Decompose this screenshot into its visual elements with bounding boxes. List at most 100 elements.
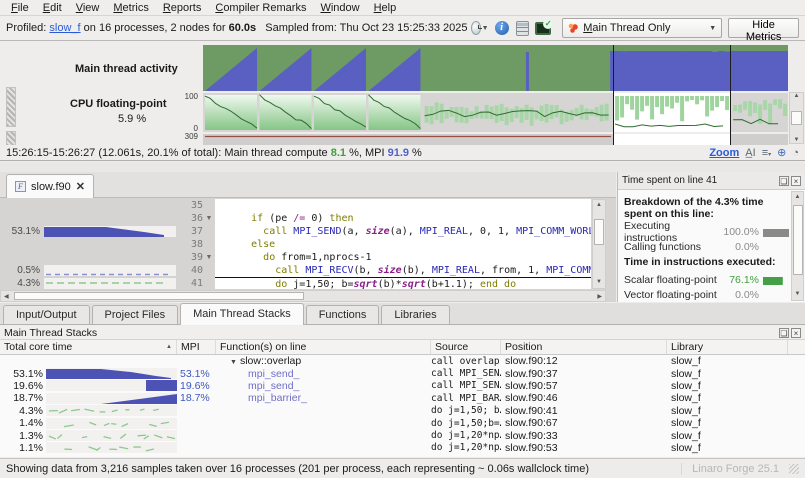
menu-item-window[interactable]: Window	[313, 0, 366, 16]
metrics-scrollbar[interactable]: ▲▼	[789, 92, 804, 144]
code-line[interactable]: 41 do j=1,50; b=sqrt(b)*sqrt(b+1.1); end…	[183, 277, 591, 289]
expander-icon[interactable]: ▼	[230, 359, 237, 366]
close-icon[interactable]: ×	[791, 176, 801, 186]
total-core-time-cell: 4.3%	[0, 405, 46, 417]
line-number: 39	[183, 252, 203, 263]
display-check-icon[interactable]: ✓	[535, 19, 551, 37]
menu-item-reports[interactable]: Reports	[156, 0, 209, 16]
table-row[interactable]: 4.3%do j=1,50; b…slow.f90:41slow_f	[0, 405, 805, 417]
code-line[interactable]: 40 call MPI_RECV(b, size(b), MPI_REAL, f…	[183, 264, 591, 277]
code-line[interactable]: 38 else	[183, 238, 591, 251]
code-horizontal-scrollbar[interactable]: ◀▶	[0, 290, 606, 302]
lines-menu-icon[interactable]: ≡▾	[762, 147, 771, 159]
scroll-down-icon[interactable]: ▼	[795, 289, 801, 300]
total-core-time-cell: 1.4%	[0, 417, 46, 429]
library-cell: slow_f	[667, 417, 787, 429]
main-thread-activity-chart[interactable]	[203, 45, 788, 91]
line-panel-scrollbar[interactable]: ▲▼	[791, 191, 804, 301]
line-number: 40	[183, 265, 203, 276]
column-header-total-core-time[interactable]: Total core time▲	[0, 340, 177, 354]
fold-collapse-icon[interactable]: ▼	[203, 254, 215, 261]
stacks-column-headers: Total core time▲MPI Function(s) on line So…	[0, 340, 805, 355]
position-cell: slow.f90:33	[501, 430, 667, 442]
tab-input-output[interactable]: Input/Output	[3, 305, 90, 324]
menu-item-edit[interactable]: Edit	[36, 0, 69, 16]
position-cell: slow.f90:57	[501, 380, 667, 392]
program-link[interactable]: slow_f	[49, 22, 80, 34]
code-line[interactable]: 35	[183, 199, 591, 212]
table-row[interactable]: 19.6%19.6%mpi_send_call MPI_SEN…slow.f90…	[0, 380, 805, 392]
info-icon[interactable]: i	[495, 19, 509, 37]
status-bar: Showing data from 3,216 samples taken ov…	[0, 458, 805, 478]
source-cell: do j=1,50; b…	[431, 405, 501, 416]
column-header-function-s-on-line[interactable]: Function(s) on line	[216, 340, 431, 354]
selection-start-line[interactable]	[613, 45, 614, 145]
code-text: call MPI_SEND(a, size(a), MPI_REAL, 0, 1…	[215, 225, 591, 238]
scroll-left-icon[interactable]: ◀	[1, 293, 12, 300]
code-vertical-scrollbar[interactable]: ▲▼	[592, 199, 606, 289]
selection-end-line[interactable]	[730, 45, 731, 145]
file-tab-slow-f90[interactable]: F slow.f90 ✕	[6, 174, 94, 198]
gutter-bar	[44, 226, 176, 237]
function-cell[interactable]: ▼slow::overlap	[216, 355, 431, 367]
menu-item-help[interactable]: Help	[367, 0, 404, 16]
select-cursor-icon[interactable]: A̲I	[745, 147, 755, 159]
stat-bar	[763, 228, 789, 236]
column-header-position[interactable]: Position	[501, 340, 667, 354]
function-cell[interactable]: mpi_barrier_	[216, 392, 431, 404]
scroll-down-icon[interactable]: ▼	[794, 137, 800, 143]
thread-selector-dropdown[interactable]: Main Thread Only ▼	[562, 18, 722, 38]
tab-main-thread-stacks[interactable]: Main Thread Stacks	[180, 303, 304, 325]
function-name: mpi_send_	[248, 368, 299, 380]
fold-collapse-icon[interactable]: ▼	[203, 215, 215, 222]
source-cell: do j=1,20*np…	[431, 442, 501, 453]
calculator-icon[interactable]	[515, 19, 529, 37]
float-panel-icon[interactable]: ❏	[779, 176, 789, 186]
table-row[interactable]: 1.4%do j=1,50;b=…slow.f90:67slow_f	[0, 417, 805, 429]
zoom-link[interactable]: Zoom	[709, 147, 739, 159]
column-header-source[interactable]: Source	[431, 340, 501, 354]
fortran-file-icon: F	[15, 181, 26, 192]
code-line[interactable]: 39▼ do from=1,nprocs-1	[183, 251, 591, 264]
line-number: 37	[183, 226, 203, 237]
splitter[interactable]	[0, 162, 805, 172]
tab-functions[interactable]: Functions	[306, 305, 380, 324]
clock-icon[interactable]: ◔	[792, 147, 799, 159]
hide-metrics-button[interactable]: Hide Metrics	[728, 18, 799, 38]
stat-bar	[763, 243, 789, 251]
column-header-label: Function(s) on line	[220, 340, 306, 355]
table-row[interactable]: 1.3%do j=1,20*np…slow.f90:33slow_f	[0, 429, 805, 441]
code-line[interactable]: 36▼ if (pe /= 0) then	[183, 212, 591, 225]
menu-item-view[interactable]: View	[69, 0, 107, 16]
menu-item-compiler-remarks[interactable]: Compiler Remarks	[208, 0, 313, 16]
table-row[interactable]: 1.1%do j=1,20*np…slow.f90:53slow_f	[0, 442, 805, 454]
close-icon[interactable]: ×	[791, 328, 801, 338]
function-cell[interactable]: mpi_send_	[216, 380, 431, 392]
tab-libraries[interactable]: Libraries	[381, 305, 449, 324]
resize-grip[interactable]	[789, 464, 799, 474]
table-row[interactable]: 18.7%18.7%mpi_barrier_call MPI_BAR…slow.…	[0, 392, 805, 404]
column-header-library[interactable]: Library	[667, 340, 788, 354]
column-header-mpi[interactable]: MPI	[177, 340, 216, 354]
scroll-up-icon[interactable]: ▲	[795, 192, 801, 203]
metric-drag-handle[interactable]	[6, 87, 16, 127]
float-panel-icon[interactable]: ❏	[779, 328, 789, 338]
clock-history-icon[interactable]: ▼	[471, 19, 489, 37]
function-cell[interactable]: mpi_send_	[216, 368, 431, 380]
table-row[interactable]: 53.1%53.1%mpi_send_call MPI_SEN…slow.f90…	[0, 367, 805, 379]
navigate-icon[interactable]: ⊕	[777, 146, 786, 159]
cpu-floating-point-chart[interactable]	[203, 93, 788, 132]
menu-item-metrics[interactable]: Metrics	[106, 0, 155, 16]
line-panel-stat-row: Scalar floating-point76.1%	[624, 272, 789, 287]
table-row[interactable]: ▼slow::overlapcall overlapslow.f90:12slo…	[0, 355, 805, 367]
scroll-up-icon[interactable]: ▲	[596, 200, 602, 211]
code-panel[interactable]: 3536▼ if (pe /= 0) then37 call MPI_SEND(…	[183, 199, 591, 289]
scroll-up-icon[interactable]: ▲	[794, 93, 800, 99]
scroll-down-icon[interactable]: ▼	[596, 277, 602, 288]
menu-item-file[interactable]: File	[4, 0, 36, 16]
close-icon[interactable]: ✕	[76, 180, 85, 193]
tab-project-files[interactable]: Project Files	[92, 305, 179, 324]
app-version: Linaro Forge 25.1	[681, 463, 789, 475]
scroll-right-icon[interactable]: ▶	[594, 293, 605, 300]
code-line[interactable]: 37 call MPI_SEND(a, size(a), MPI_REAL, 0…	[183, 225, 591, 238]
